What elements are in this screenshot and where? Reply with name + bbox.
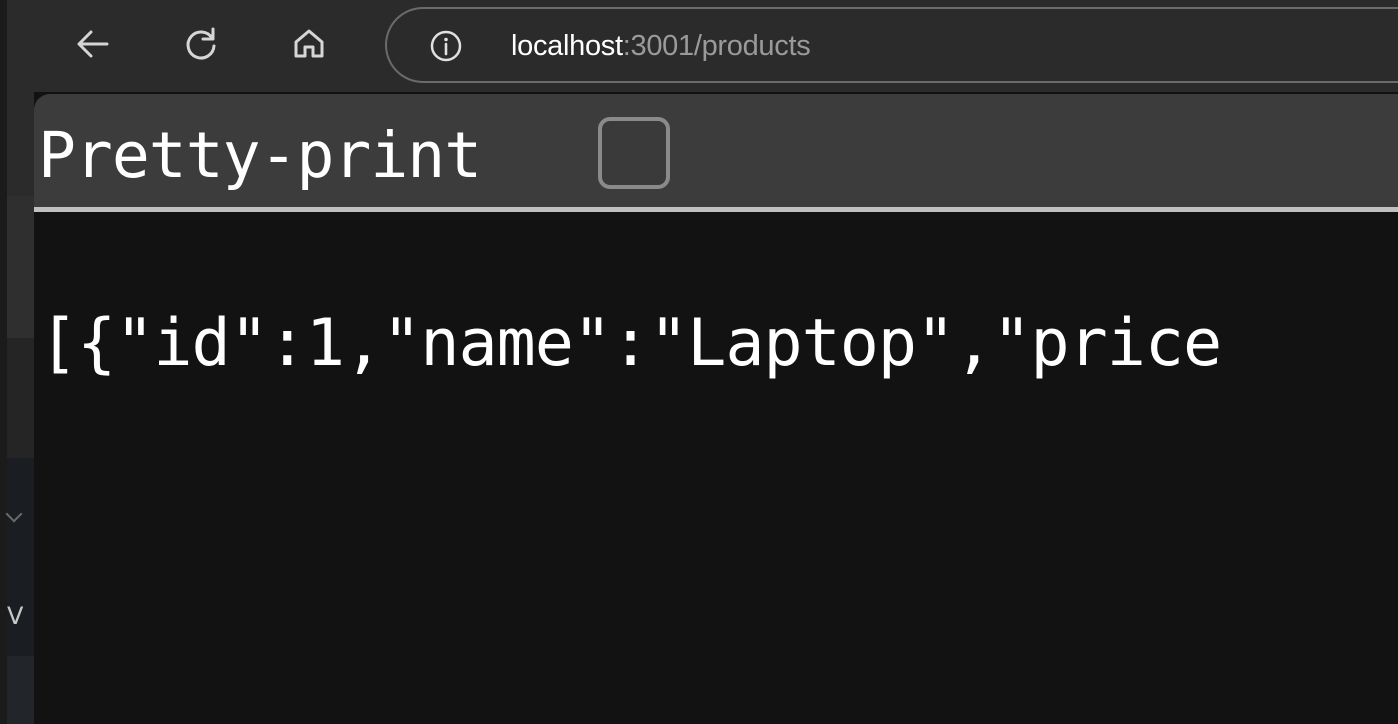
pretty-print-label: Pretty-print (38, 119, 482, 192)
pretty-print-checkbox[interactable] (598, 117, 670, 189)
side-panel-segment (7, 338, 34, 458)
url-path: :3001/products (622, 30, 811, 62)
home-icon (294, 29, 324, 58)
page-content: Pretty-print [{"id":1,"name":"Laptop","p… (34, 94, 1398, 724)
back-button[interactable] (69, 20, 117, 68)
side-panel-segment (7, 196, 34, 338)
home-button[interactable] (285, 20, 333, 68)
side-panel-segment (7, 656, 34, 724)
window-edge (0, 0, 7, 724)
reload-button[interactable] (177, 20, 225, 68)
url-text[interactable]: localhost:3001/products (511, 27, 811, 65)
url-host: localhost (511, 30, 623, 62)
arrow-left-icon (77, 30, 109, 58)
info-icon[interactable] (429, 29, 463, 63)
screen: V localhost:3001/products Pretty-print [… (0, 0, 1398, 724)
reload-icon (186, 27, 216, 60)
browser-toolbar: localhost:3001/products (7, 0, 1398, 92)
pretty-print-bar: Pretty-print (34, 94, 1398, 212)
json-raw-text: [{"id":1,"name":"Laptop","price (39, 306, 1222, 381)
side-window-strip: V (0, 0, 34, 724)
side-window-glyph: V (7, 602, 24, 630)
address-bar[interactable]: localhost:3001/products (385, 7, 1398, 83)
